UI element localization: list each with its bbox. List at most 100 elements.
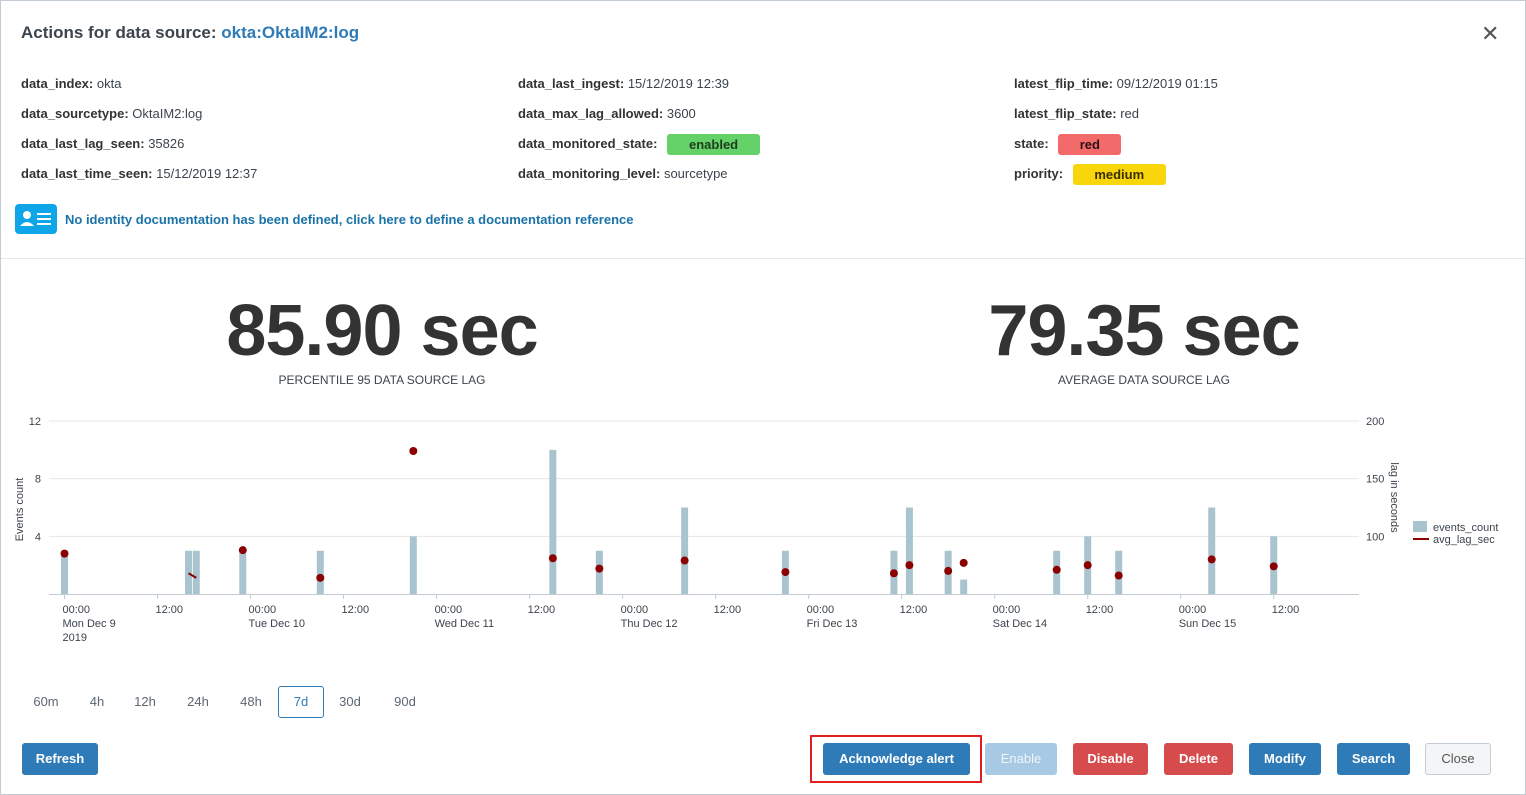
- events-count-bar: [549, 449, 557, 594]
- events-count-bar: [1208, 507, 1216, 594]
- events-count-bar: [316, 550, 324, 594]
- field-data-last-ingest: data_last_ingest: 15/12/2019 12:39: [518, 74, 729, 94]
- x-tick-date-label: Sat Dec 14: [993, 618, 1047, 630]
- y-left-axis-title: Events count: [14, 478, 26, 542]
- avg-lag-point: [944, 566, 953, 575]
- documentation-link[interactable]: No identity documentation has been defin…: [65, 212, 634, 227]
- field-value: sourcetype: [663, 166, 728, 181]
- time-range-4h[interactable]: 4h: [79, 686, 115, 718]
- legend-label-avg-lag: avg_lag_sec: [1433, 534, 1495, 546]
- field-value: 09/12/2019 01:15: [1116, 76, 1218, 91]
- p95-lag-label: PERCENTILE 95 DATA SOURCE LAG: [278, 373, 486, 387]
- field-data-last-time-seen: data_last_time_seen: 15/12/2019 12:37: [21, 164, 257, 184]
- x-tick-label: 00:00: [807, 604, 835, 616]
- field-value: 3600: [666, 106, 696, 121]
- title-source: okta:OktaIM2:log: [221, 23, 360, 42]
- x-tick-label: 00:00: [249, 604, 277, 616]
- x-tick-label: 12:00: [714, 604, 742, 616]
- avg-lag-point: [409, 446, 418, 455]
- avg-lag-point: [959, 558, 968, 567]
- field-label: data_last_lag_seen:: [21, 136, 145, 151]
- avg-lag-point: [238, 546, 247, 555]
- x-tick-label: 12:00: [1086, 604, 1114, 616]
- avg-lag-point: [680, 556, 689, 565]
- modify-button[interactable]: Modify: [1249, 743, 1321, 775]
- avg-lag-value: 79.35 sec: [988, 291, 1300, 371]
- x-tick-label: 00:00: [435, 604, 463, 616]
- field-label: latest_flip_time:: [1014, 76, 1113, 91]
- x-tick-date-label: Thu Dec 12: [621, 618, 678, 630]
- delete-button[interactable]: Delete: [1164, 743, 1233, 775]
- field-value: 35826: [148, 136, 185, 151]
- avg-lag-point: [1269, 562, 1278, 571]
- x-tick-year-label: 2019: [63, 632, 87, 644]
- field-label: data_max_lag_allowed:: [518, 106, 664, 121]
- avg-lag-point: [781, 568, 790, 577]
- field-data-sourcetype: data_sourcetype: OktaIM2:log: [21, 104, 202, 124]
- documentation-notice: No identity documentation has been defin…: [15, 204, 634, 234]
- events-count-bar: [192, 550, 200, 594]
- y-left-tick-label: 8: [35, 474, 41, 486]
- events-count-bar: [905, 507, 913, 594]
- p95-lag-value: 85.90 sec: [226, 291, 538, 371]
- legend-label-events-count: events_count: [1433, 522, 1498, 534]
- x-tick-date-label: Wed Dec 11: [435, 618, 495, 630]
- modal-title: Actions for data source: okta:OktaIM2:lo…: [21, 23, 359, 43]
- section-divider: [1, 258, 1525, 259]
- time-range-24h[interactable]: 24h: [175, 686, 221, 718]
- avg-lag-point: [1207, 555, 1216, 564]
- avg-lag-point: [1114, 571, 1123, 580]
- field-value: red: [1120, 106, 1140, 121]
- status-badge: medium: [1072, 164, 1166, 186]
- x-tick-label: 00:00: [621, 604, 649, 616]
- x-tick-date-label: Mon Dec 9: [63, 618, 116, 630]
- events-count-bar: [185, 550, 193, 594]
- enable-button[interactable]: Enable: [985, 743, 1057, 775]
- field-value: 15/12/2019 12:37: [156, 166, 258, 181]
- avg-lag-point: [595, 564, 604, 573]
- field-value: okta: [96, 76, 122, 91]
- acknowledge-alert-button[interactable]: Acknowledge alert: [823, 743, 970, 775]
- time-range-30d[interactable]: 30d: [330, 686, 370, 718]
- field-value: OktaIM2:log: [132, 106, 203, 121]
- events-count-bar: [681, 507, 689, 594]
- avg-lag-point: [316, 573, 325, 582]
- time-range-12h[interactable]: 12h: [125, 686, 165, 718]
- x-tick-label: 00:00: [993, 604, 1021, 616]
- field-data-monitored-state: data_monitored_state: enabled: [518, 134, 761, 156]
- time-range-60m[interactable]: 60m: [25, 686, 67, 718]
- avg-lag-point: [1083, 561, 1092, 570]
- x-tick-date-label: Sun Dec 15: [1179, 618, 1236, 630]
- field-label: data_index:: [21, 76, 94, 91]
- title-prefix: Actions for data source:: [21, 23, 222, 42]
- x-tick-label: 00:00: [1179, 604, 1207, 616]
- disable-button[interactable]: Disable: [1073, 743, 1148, 775]
- x-tick-label: 12:00: [342, 604, 370, 616]
- x-tick-label: 00:00: [63, 604, 91, 616]
- time-range-7d[interactable]: 7d: [278, 686, 324, 718]
- field-label: data_last_time_seen:: [21, 166, 153, 181]
- events-count-bar: [239, 550, 247, 594]
- time-range-48h[interactable]: 48h: [229, 686, 273, 718]
- field-label: data_sourcetype:: [21, 106, 129, 121]
- close-button[interactable]: Close: [1425, 743, 1491, 775]
- field-label: state:: [1014, 136, 1049, 151]
- lag-events-chart: 4 8 12 100 150 200 Events count lag in seconds 0…: [14, 416, 1498, 644]
- avg-lag-point: [889, 569, 898, 578]
- search-button[interactable]: Search: [1337, 743, 1410, 775]
- field-label: data_monitoring_level:: [518, 166, 661, 181]
- refresh-button[interactable]: Refresh: [22, 743, 98, 775]
- field-label: data_monitored_state:: [518, 136, 658, 151]
- field-latest-flip-time: latest_flip_time: 09/12/2019 01:15: [1014, 74, 1218, 94]
- status-badge: red: [1058, 134, 1122, 156]
- avg-lag-point: [905, 561, 914, 570]
- field-priority: priority: medium: [1014, 164, 1166, 186]
- field-latest-flip-state: latest_flip_state: red: [1014, 104, 1139, 124]
- y-right-tick-label: 100: [1366, 531, 1384, 543]
- field-label: data_last_ingest:: [518, 76, 625, 91]
- close-icon[interactable]: ✕: [1481, 23, 1499, 45]
- field-data-last-lag-seen: data_last_lag_seen: 35826: [21, 134, 184, 154]
- x-tick-date-label: Fri Dec 13: [807, 618, 858, 630]
- time-range-90d[interactable]: 90d: [381, 686, 429, 718]
- field-data-max-lag-allowed: data_max_lag_allowed: 3600: [518, 104, 696, 124]
